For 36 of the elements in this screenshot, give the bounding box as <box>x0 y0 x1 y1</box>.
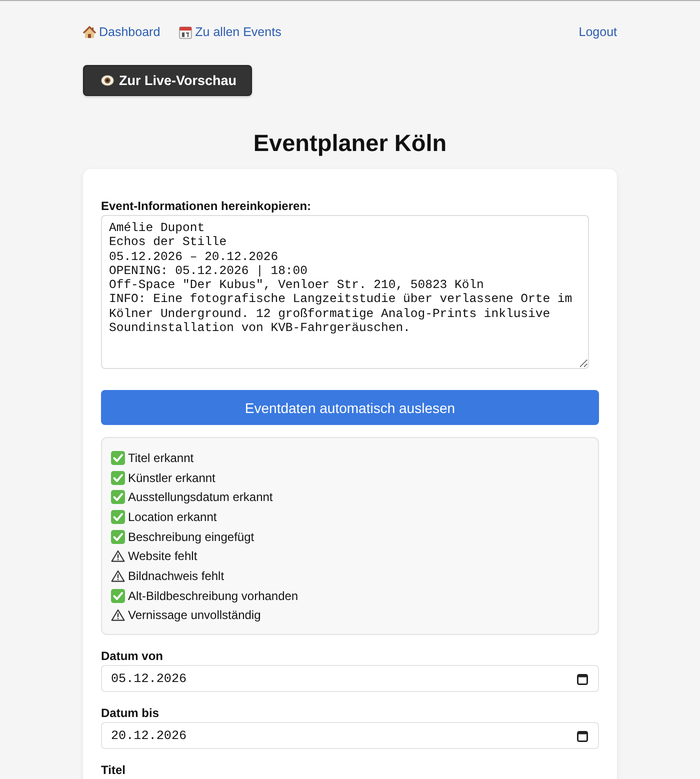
checkmark-icon <box>111 490 125 504</box>
page-title: Eventplaner Köln <box>252 129 448 157</box>
date-field[interactable]: 05.12.2026 <box>101 665 599 692</box>
house-icon <box>83 26 96 38</box>
status-text: Alt-Bildbeschreibung vorhanden <box>128 588 298 603</box>
checkmark-icon <box>111 470 125 485</box>
warning-icon <box>111 550 125 562</box>
nav-link[interactable]: Zu allen Events <box>179 25 282 39</box>
eye-icon <box>101 75 114 86</box>
nav-link[interactable]: Dashboard <box>83 25 160 39</box>
date-field[interactable]: 20.12.2026 <box>101 722 599 750</box>
calendar-icon <box>179 26 192 38</box>
warning-icon <box>111 570 125 582</box>
event-info-textarea[interactable]: Amélie Dupont Echos der Stille 05.12.2026 – 20.12.2026 OPENING: 05.12.2026 | 18:00 Off-Space "Der Kubus", Venloer Str. 210, 50823 Köln INFO: Eine fotografische Langzeitstudie über verlassene Orte im Kölner Underground. 12 großformatige Analog-Prints inklusive Soundinstallation von KVB-Fahrgeräuschen. <box>101 215 589 369</box>
checkmark-icon <box>111 530 125 544</box>
status-text: Künstler erkannt <box>128 470 216 485</box>
warning-icon <box>111 609 125 622</box>
field-label: Event-Informationen hereinkopieren: <box>101 199 312 213</box>
status-text: Ausstellungsdatum erkannt <box>128 490 273 504</box>
field-label: Datum von <box>101 649 164 664</box>
calendar-icon[interactable] <box>577 672 588 685</box>
checkmark-icon <box>111 588 125 603</box>
live-preview-button[interactable]: Zur Live-Vorschau <box>83 65 252 96</box>
status-text: Titel erkannt <box>128 450 194 465</box>
checkmark-icon <box>111 510 125 524</box>
status-text: Bildnachweis fehlt <box>128 568 224 583</box>
status-text: Location erkannt <box>128 510 217 524</box>
parse-button[interactable]: Eventdaten automatisch auslesen <box>101 390 599 425</box>
field-label: Datum bis <box>101 706 160 720</box>
checkmark-icon <box>111 450 125 465</box>
calendar-icon[interactable] <box>577 730 588 742</box>
status-text: Vernissage unvollständig <box>128 608 261 622</box>
status-text: Beschreibung eingefügt <box>128 530 254 544</box>
logout-link[interactable]: Logout <box>578 25 617 39</box>
field-label: Titel <box>101 763 126 778</box>
status-text: Website fehlt <box>128 549 198 564</box>
